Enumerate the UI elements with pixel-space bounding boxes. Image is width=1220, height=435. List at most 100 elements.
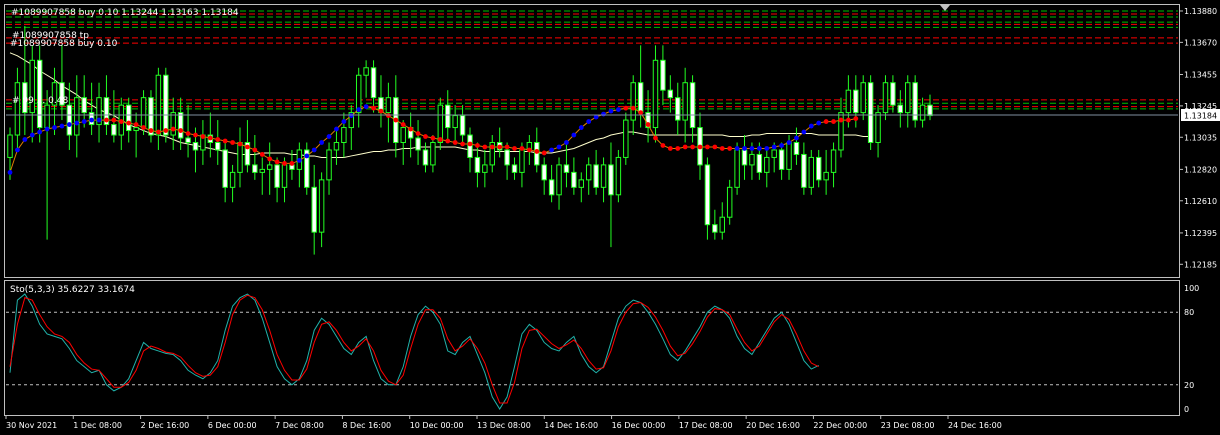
ma-dot [838, 117, 844, 123]
ma-dot [690, 144, 695, 150]
candle [237, 127, 243, 188]
time-axis-label: 2 Dec 16:00 [141, 421, 190, 430]
candle-body [519, 149, 525, 173]
candle [229, 164, 236, 203]
candle-body [222, 149, 228, 188]
ma-dot [519, 146, 525, 151]
ma-dot [252, 147, 258, 153]
candle-body [563, 164, 570, 173]
candle [333, 127, 340, 165]
ma-dot [148, 128, 154, 133]
candle [355, 67, 362, 128]
time-axis-label: 10 Dec 00:00 [410, 421, 464, 430]
time-axis-label: 1 Dec 08:00 [73, 421, 122, 430]
ma-dot [445, 138, 451, 144]
ma-dot [222, 138, 228, 144]
stochastic-panel-frame [4, 280, 1180, 416]
ma-dot [245, 144, 250, 150]
candle-body [333, 141, 340, 151]
candle-body [185, 137, 191, 143]
candle-body [370, 67, 377, 99]
stochastic-lines [6, 293, 1178, 410]
ma-dot [712, 144, 718, 150]
ma-dot [215, 137, 221, 142]
ma-dot [363, 104, 369, 110]
ma-dot [296, 158, 302, 163]
time-axis-label: 23 Dec 08:00 [881, 421, 935, 430]
ma-dot [430, 135, 436, 141]
ma-dot [853, 116, 859, 121]
ma-dot [319, 140, 325, 145]
ma-dot [623, 105, 629, 111]
candle-body [266, 164, 273, 170]
ma-dot [393, 117, 399, 123]
candle-body [660, 59, 666, 91]
ma-dot [638, 110, 644, 116]
stochastic-axis-label: 100 [1184, 284, 1199, 293]
ma-dot [207, 135, 213, 141]
candle [296, 142, 303, 188]
candle-body [215, 141, 221, 151]
candle [370, 60, 377, 113]
ma-dot [74, 120, 80, 126]
ma-dot [742, 146, 747, 151]
candle [919, 97, 926, 128]
candle [489, 135, 495, 173]
candle-body [7, 134, 13, 158]
candle-body [726, 186, 733, 218]
ma-dot [111, 117, 117, 123]
candle [496, 127, 503, 158]
ma-dot [259, 152, 265, 157]
candle [363, 60, 369, 98]
ma-dot [311, 147, 317, 153]
candle-body [140, 97, 147, 129]
ma-dot [341, 119, 347, 124]
candle [378, 75, 384, 128]
ma-dot [37, 129, 43, 135]
scroll-marker-icon[interactable] [940, 5, 950, 11]
ma-dot [126, 120, 132, 126]
candle-body [274, 164, 280, 188]
candle-body [623, 119, 629, 158]
ma-dot [534, 149, 540, 154]
candle-body [504, 149, 510, 166]
candle [215, 120, 221, 165]
price-axis-label: 1.13455 [1184, 70, 1217, 79]
ma-dot [556, 144, 562, 150]
ma-dot [423, 134, 428, 139]
candle-body [867, 82, 874, 143]
candle [912, 75, 918, 128]
candle [74, 75, 80, 158]
ma-dot [274, 159, 280, 165]
candle [726, 179, 733, 225]
ma-dot [541, 150, 547, 156]
ma-dot [89, 117, 95, 123]
candle-body [81, 97, 87, 114]
candle-body [74, 97, 80, 136]
candle-body [815, 156, 822, 181]
candle [266, 142, 273, 195]
ma-dot [22, 137, 28, 142]
time-axis: 30 Nov 2021 1 Dec 08:00 2 Dec 16:00 6 Dec 0… [5, 415, 1002, 430]
candle [66, 82, 73, 150]
ma-dot [578, 125, 584, 130]
candle [578, 172, 585, 203]
candle [222, 142, 228, 203]
candle-body [712, 224, 718, 233]
candle-body [548, 179, 555, 196]
ma-dot [475, 143, 480, 148]
time-axis-label: 7 Dec 08:00 [275, 421, 324, 430]
candle [200, 120, 206, 165]
candle-body [882, 82, 889, 114]
time-axis-label: 14 Dec 16:00 [544, 421, 598, 430]
ma-dot [267, 156, 273, 162]
stochastic-axis-label: 20 [1184, 381, 1194, 390]
candle [652, 45, 659, 143]
candle-body [897, 104, 904, 114]
candle-body [355, 74, 362, 114]
candle-body [125, 104, 132, 132]
candle [407, 112, 414, 158]
stochastic-main-line [9, 293, 819, 410]
ma-dot [831, 119, 836, 124]
candle [801, 142, 807, 195]
